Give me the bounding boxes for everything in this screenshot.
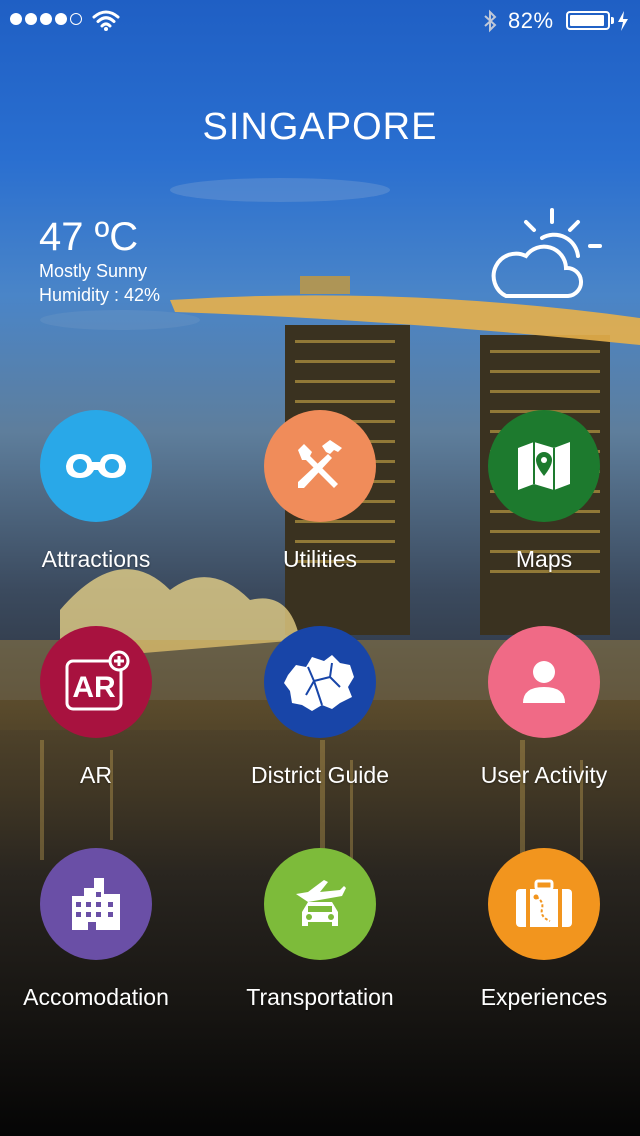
transportation-icon-circle	[264, 848, 376, 960]
experiences-button[interactable]: Experiences	[444, 848, 640, 1011]
district-guide-label: District Guide	[250, 762, 390, 788]
ar-icon: AR	[65, 650, 130, 711]
charging-icon	[618, 11, 628, 31]
battery-icon	[566, 11, 614, 30]
accomodation-label: Accomodation	[23, 984, 169, 1010]
attractions-icon-circle	[40, 410, 152, 522]
transportation-label: Transportation	[246, 984, 394, 1010]
experiences-icon-circle	[488, 848, 600, 960]
ar-icon-circle: AR	[40, 626, 152, 738]
district-guide-icon-circle	[264, 626, 376, 738]
user-icon	[523, 661, 565, 703]
tools-icon	[298, 440, 342, 488]
maps-button[interactable]: Maps	[444, 410, 640, 573]
weather-condition: Mostly Sunny	[39, 261, 148, 281]
utilities-button[interactable]: Utilities	[220, 410, 420, 573]
building-icon	[72, 878, 120, 930]
user-activity-label: User Activity	[480, 762, 608, 788]
transportation-button[interactable]: Transportation	[220, 848, 420, 1011]
attractions-label: Attractions	[41, 546, 151, 572]
city-title: SINGAPORE	[202, 106, 438, 148]
suitcase-icon	[516, 879, 572, 927]
user-activity-button[interactable]: User Activity	[444, 626, 640, 789]
utilities-label: Utilities	[282, 546, 358, 572]
accomodation-icon-circle	[40, 848, 152, 960]
district-guide-button[interactable]: District Guide	[220, 626, 420, 789]
user-activity-icon-circle	[488, 626, 600, 738]
experiences-label: Experiences	[480, 984, 608, 1010]
humidity: Humidity : 42%	[39, 285, 161, 305]
district-map-icon	[284, 655, 354, 711]
utilities-icon-circle	[264, 410, 376, 522]
partly-sunny-icon	[491, 208, 602, 298]
cellular-signal-icon	[10, 13, 82, 25]
temperature: 47 ºC	[39, 215, 139, 259]
wifi-icon	[92, 10, 120, 31]
ar-label: AR	[80, 762, 112, 788]
bluetooth-icon	[484, 9, 497, 33]
transport-icon	[296, 880, 346, 926]
map-icon	[518, 442, 570, 490]
svg-text:AR: AR	[72, 671, 116, 704]
maps-label: Maps	[515, 546, 573, 572]
ar-button[interactable]: AR AR	[0, 626, 196, 789]
status-bar: 82%	[0, 0, 640, 40]
maps-icon-circle	[488, 410, 600, 522]
attractions-button[interactable]: Attractions	[0, 410, 196, 573]
battery-percent: 82%	[508, 8, 554, 33]
accomodation-button[interactable]: Accomodation	[0, 848, 196, 1011]
binoculars-icon	[66, 454, 126, 478]
weather-panel: 47 ºC Mostly Sunny Humidity : 42%	[39, 215, 160, 307]
